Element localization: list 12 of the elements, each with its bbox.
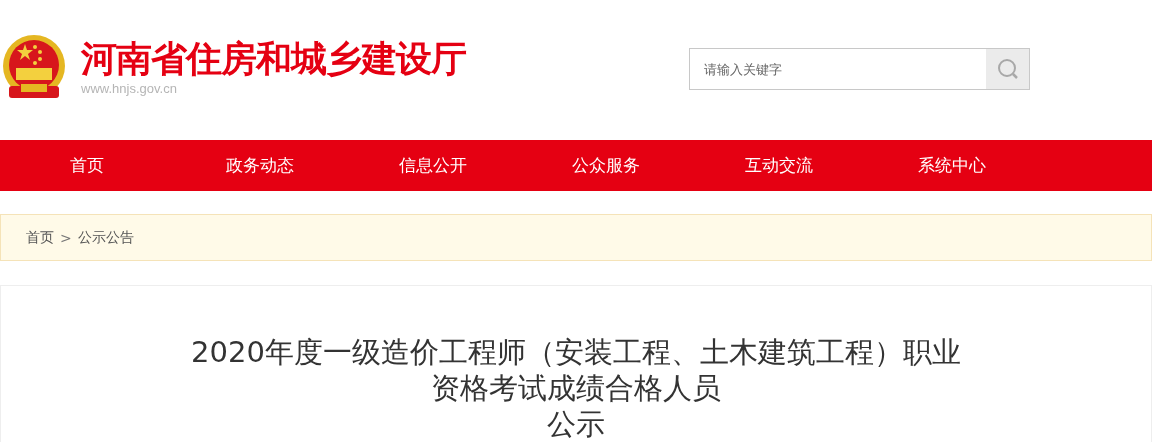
breadcrumb-link[interactable]: 公示公告 (77, 228, 134, 247)
breadcrumb-separator: > (59, 229, 73, 246)
site-title: 河南省住房和城乡建设厅 (81, 39, 466, 79)
article-title: 2020年度一级造价工程师（安装工程、土木建筑工程）职业 资格考试成绩合格人员 公示 (190, 334, 962, 442)
nav-item[interactable]: 政务动态 (173, 140, 346, 191)
nav-item[interactable]: 公众服务 (519, 140, 692, 191)
nav-item[interactable]: 系统中心 (865, 140, 1038, 191)
nav-item[interactable]: 互动交流 (692, 140, 865, 191)
site-url: www.hnjs.gov.cn (81, 81, 178, 97)
nav-item[interactable]: 首页 (0, 140, 173, 191)
nav-item[interactable]: 信息公开 (346, 140, 519, 191)
breadcrumb-link[interactable]: 首页 (26, 228, 54, 247)
